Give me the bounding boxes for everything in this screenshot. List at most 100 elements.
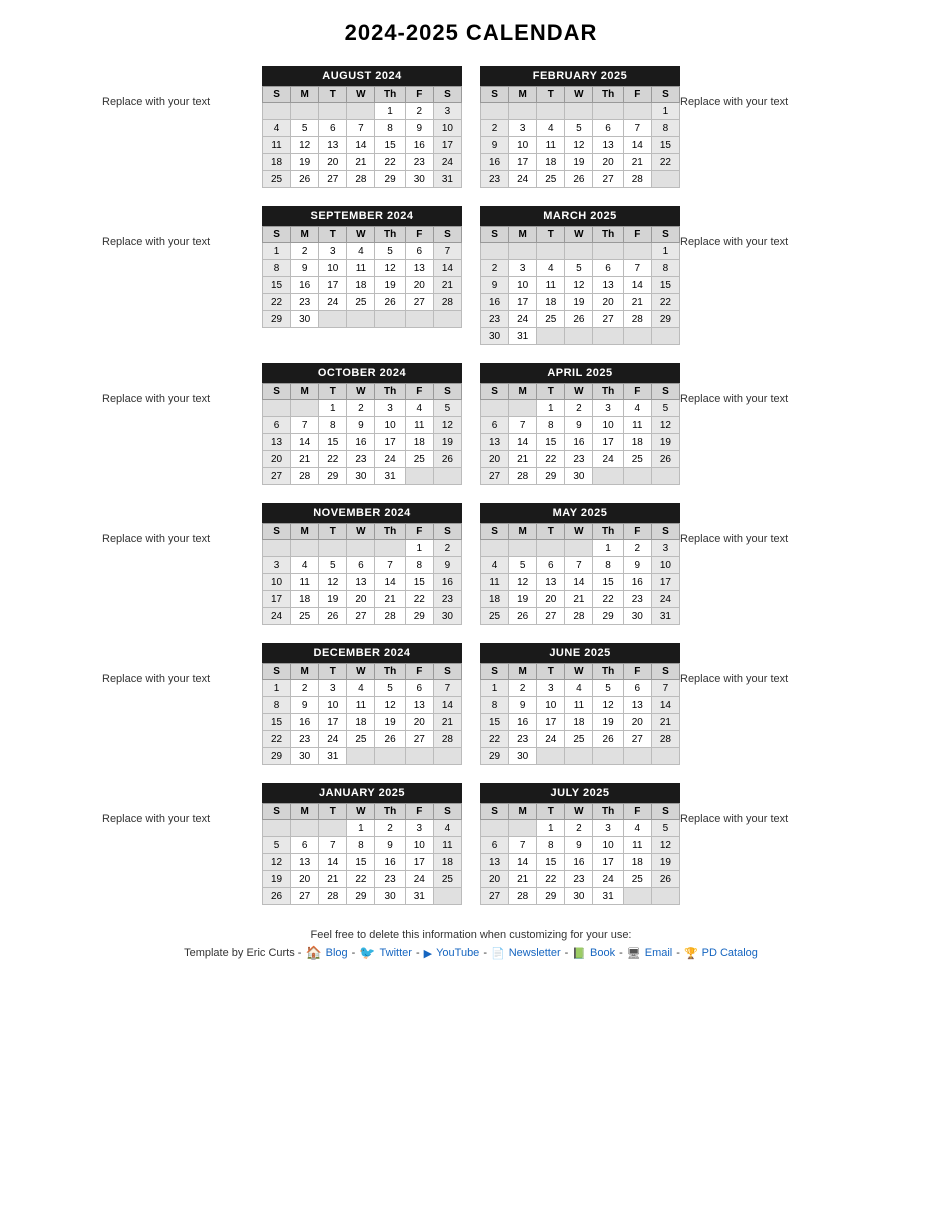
blog-link[interactable]: Blog [326,947,348,959]
cal-right-3-day-header-F: F [623,524,651,540]
twitter-link[interactable]: Twitter [380,947,412,959]
cal-left-4-day-4-2: 31 [319,748,347,765]
side-text-left-4: Replace with your text [102,643,262,685]
cal-right-2-day-1-0: 6 [481,417,509,434]
cal-left-4-day-0-6: 7 [433,680,461,697]
cal-right-2-day-2-4: 17 [593,434,623,451]
cal-left-0-week-0: 123 [263,103,462,120]
cal-right-4-day-1-2: 10 [537,697,565,714]
cal-left-0: AUGUST 2024SMTWThFS123456789101112131415… [262,66,462,188]
cal-right-3-day-0-5: 2 [623,540,651,557]
cal-right-1-day-header-Th: Th [593,227,623,243]
cal-right-0-day-4-1: 24 [509,171,537,188]
cal-left-0-day-3-0: 18 [263,154,291,171]
cal-right-0-day-0-2 [537,103,565,120]
cal-right-4-day-2-0: 15 [481,714,509,731]
cal-left-0-day-1-2: 6 [319,120,347,137]
cal-left-3-day-4-0: 24 [263,608,291,625]
cal-right-4-week-2: 15161718192021 [481,714,680,731]
cal-right-2-day-0-3: 2 [565,400,593,417]
cal-left-5-day-header-F: F [405,804,433,820]
cal-left-1-day-3-1: 23 [291,294,319,311]
cal-right-0-day-header-T: T [537,87,565,103]
cal-left-4-week-2: 15161718192021 [263,714,462,731]
cal-right-2-day-1-6: 12 [651,417,679,434]
cal-right-1-day-4-2: 25 [537,311,565,328]
cal-left-3-day-0-4 [375,540,405,557]
cal-right-1-day-4-0: 23 [481,311,509,328]
cal-left-2-week-1: 6789101112 [263,417,462,434]
cal-right-3-day-3-5: 23 [623,591,651,608]
cal-left-2-day-3-1: 21 [291,451,319,468]
cal-right-1-day-3-0: 16 [481,294,509,311]
email-link[interactable]: Email [645,947,673,959]
cal-left-5-day-2-0: 12 [263,854,291,871]
cal-right-3-day-1-6: 10 [651,557,679,574]
youtube-link[interactable]: YouTube [436,947,479,959]
cal-left-5-day-3-4: 23 [375,871,405,888]
cal-left-3-day-2-1: 11 [291,574,319,591]
cal-left-5-day-2-3: 15 [347,854,375,871]
cal-left-5-week-4: 262728293031 [263,888,462,905]
cal-right-3-table: SMTWThFS12345678910111213141516171819202… [480,523,680,625]
cal-left-2-day-4-1: 28 [291,468,319,485]
cal-left-3-day-4-1: 25 [291,608,319,625]
cal-left-4-day-0-4: 5 [375,680,405,697]
cal-left-2-week-4: 2728293031 [263,468,462,485]
cal-right-4-day-1-1: 9 [509,697,537,714]
cal-left-0-day-4-3: 28 [347,171,375,188]
cal-right-1-day-2-0: 9 [481,277,509,294]
cal-right-3: MAY 2025SMTWThFS123456789101112131415161… [480,503,680,625]
cal-right-0-day-1-5: 7 [623,120,651,137]
cal-left-3: NOVEMBER 2024SMTWThFS1234567891011121314… [262,503,462,625]
cal-right-1-day-4-1: 24 [509,311,537,328]
cal-left-0-day-1-4: 8 [375,120,405,137]
sep5: - [619,947,623,959]
cal-right-1-table: SMTWThFS12345678910111213141516171819202… [480,226,680,345]
cal-right-5-day-header-S: S [481,804,509,820]
pd-link[interactable]: PD Catalog [702,947,758,959]
cal-right-4-week-4: 2930 [481,748,680,765]
cal-right-0-day-1-4: 6 [593,120,623,137]
cal-left-0-week-2: 11121314151617 [263,137,462,154]
cal-right-3-day-3-2: 20 [537,591,565,608]
cal-left-2-day-4-0: 27 [263,468,291,485]
cal-right-1-day-header-F: F [623,227,651,243]
cal-left-0-day-header-S: S [433,87,461,103]
cal-right-1-day-5-6 [651,328,679,345]
cal-right-4-day-3-6: 28 [651,731,679,748]
cal-right-5-week-2: 13141516171819 [481,854,680,871]
calendar-row-4: Replace with your textDECEMBER 2024SMTWT… [10,643,932,765]
cal-left-0-day-3-6: 24 [433,154,461,171]
cal-right-2-day-header-T: T [537,384,565,400]
cal-right-4-day-header-M: M [509,664,537,680]
cal-left-2-day-4-2: 29 [319,468,347,485]
cal-right-5-header: JULY 2025 [480,783,680,803]
cal-left-5-day-0-4: 2 [375,820,405,837]
cal-right-1-day-0-5 [623,243,651,260]
cal-left-1-day-header-T: T [319,227,347,243]
cal-left-2-day-0-3: 2 [347,400,375,417]
cal-right-0-week-1: 2345678 [481,120,680,137]
cal-left-3-week-3: 17181920212223 [263,591,462,608]
cal-left-0-day-1-3: 7 [347,120,375,137]
cal-right-5-day-3-4: 24 [593,871,623,888]
sep6: - [676,947,680,959]
cal-right-4-day-0-6: 7 [651,680,679,697]
cal-right-1-day-header-M: M [509,227,537,243]
cal-left-2: OCTOBER 2024SMTWThFS12345678910111213141… [262,363,462,485]
cal-right-0-day-header-S: S [651,87,679,103]
newsletter-link[interactable]: Newsletter [509,947,561,959]
cal-right-4-week-1: 891011121314 [481,697,680,714]
cal-left-0-day-0-6: 3 [433,103,461,120]
cal-right-0-day-2-2: 11 [537,137,565,154]
book-link[interactable]: Book [590,947,615,959]
cal-right-0-day-3-6: 22 [651,154,679,171]
cal-right-4-day-4-6 [651,748,679,765]
cal-left-4: DECEMBER 2024SMTWThFS1234567891011121314… [262,643,462,765]
cal-right-5-day-header-Th: Th [593,804,623,820]
cal-right-4-day-0-2: 3 [537,680,565,697]
cal-left-1-day-1-4: 12 [375,260,405,277]
cal-right-2-day-2-0: 13 [481,434,509,451]
cal-left-5-day-header-T: T [319,804,347,820]
